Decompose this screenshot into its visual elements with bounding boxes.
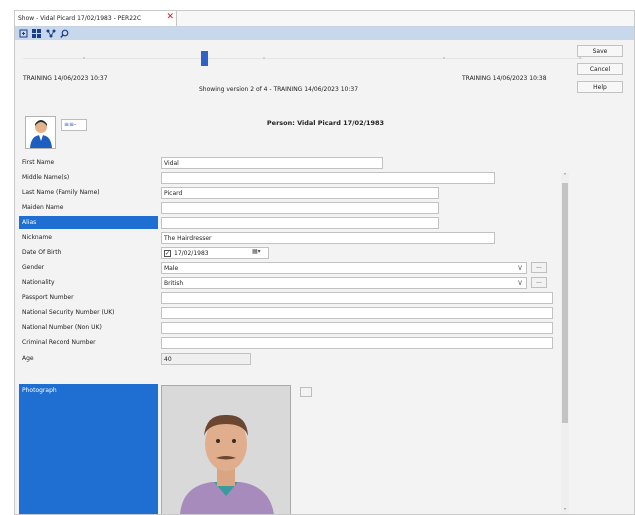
date-of-birth-picker[interactable]: ✓ 17/02/1983 ▦▾	[161, 247, 269, 259]
label-alias: Alias	[19, 216, 158, 229]
chevron-down-icon[interactable]: ∨	[517, 278, 523, 287]
label-age: Age	[22, 355, 34, 362]
label-first-name: First Name	[22, 159, 55, 166]
person-form: First Name Vidal Middle Name(s) Last Nam…	[19, 156, 555, 514]
cancel-button[interactable]: Cancel	[577, 63, 623, 75]
scroll-down-icon[interactable]: ˅	[561, 508, 569, 514]
label-nsn-uk: National Security Number (UK)	[22, 309, 115, 316]
label-nickname: Nickname	[22, 234, 52, 241]
tab-bar: Show - Vidal Picard 17/02/1983 - PER22C …	[15, 11, 634, 27]
nationality-value: British	[164, 280, 184, 287]
label-photograph: Photograph	[19, 384, 158, 514]
page-title: Person: Vidal Picard 17/02/1983	[266, 119, 385, 127]
scroll-up-icon[interactable]: ˄	[561, 173, 569, 181]
age-field: 40	[161, 353, 251, 365]
gender-select[interactable]: Male ∨	[161, 262, 527, 274]
first-name-field[interactable]: Vidal	[161, 157, 383, 169]
timeline-end-label: TRAINING 14/06/2023 10:38	[462, 75, 547, 82]
nickname-field[interactable]: The Hairdresser	[161, 232, 495, 244]
nationality-select[interactable]: British ∨	[161, 277, 527, 289]
gender-value: Male	[164, 265, 179, 272]
timeline-start-label: TRAINING 14/06/2023 10:37	[23, 75, 108, 82]
version-timeline-track[interactable]	[23, 57, 583, 59]
tab-show-person[interactable]: Show - Vidal Picard 17/02/1983 - PER22C …	[15, 11, 177, 26]
close-icon[interactable]: ✕	[166, 12, 174, 22]
maiden-name-field[interactable]	[161, 202, 439, 214]
expand-icon[interactable]	[18, 28, 29, 38]
label-middle-names: Middle Name(s)	[22, 174, 70, 181]
search-icon[interactable]	[59, 28, 70, 38]
photo-options-button[interactable]	[300, 387, 312, 397]
timeline-tick	[263, 57, 265, 59]
record-window: Show - Vidal Picard 17/02/1983 - PER22C …	[14, 10, 635, 515]
label-nn-non-uk: National Number (Non UK)	[22, 324, 102, 331]
middle-names-field[interactable]	[161, 172, 495, 184]
help-button[interactable]: Help	[577, 81, 623, 93]
save-button[interactable]: Save	[577, 45, 623, 57]
label-last-name: Last Name (Family Name)	[22, 189, 100, 196]
last-name-field[interactable]: Picard	[161, 187, 439, 199]
nsn-uk-field[interactable]	[161, 307, 553, 319]
scroll-thumb[interactable]	[562, 183, 568, 423]
person-photo-image	[162, 386, 290, 514]
dob-checkbox[interactable]: ✓	[164, 250, 171, 257]
dob-value: 17/02/1983	[174, 250, 209, 257]
version-status-text: Showing version 2 of 4 - TRAINING 14/06/…	[199, 86, 359, 93]
timeline-tick	[443, 57, 445, 59]
form-scrollbar[interactable]: ˄ ˅	[561, 173, 569, 514]
gender-lookup-button[interactable]: ...	[531, 262, 547, 273]
label-crn: Criminal Record Number	[22, 339, 96, 346]
chevron-down-icon[interactable]: ∨	[517, 263, 523, 272]
label-date-of-birth: Date Of Birth	[22, 249, 62, 256]
toolbar	[15, 27, 634, 40]
nationality-lookup-button[interactable]: ...	[531, 277, 547, 288]
label-passport: Passport Number	[22, 294, 74, 301]
network-icon[interactable]	[45, 28, 56, 38]
crn-field[interactable]	[161, 337, 553, 349]
label-gender: Gender	[22, 264, 45, 271]
passport-field[interactable]	[161, 292, 553, 304]
label-maiden-name: Maiden Name	[22, 204, 64, 211]
calendar-icon[interactable]: ▦▾	[252, 248, 268, 258]
tab-title: Show - Vidal Picard 17/02/1983 - PER22C	[18, 15, 142, 22]
grid-icon[interactable]	[31, 28, 42, 38]
timeline-tick	[579, 57, 581, 59]
person-photograph[interactable]	[161, 385, 291, 514]
alias-field[interactable]	[161, 217, 439, 229]
version-slider-thumb[interactable]	[201, 51, 208, 66]
nn-non-uk-field[interactable]	[161, 322, 553, 334]
timeline-tick	[83, 57, 85, 59]
label-nationality: Nationality	[22, 279, 55, 286]
